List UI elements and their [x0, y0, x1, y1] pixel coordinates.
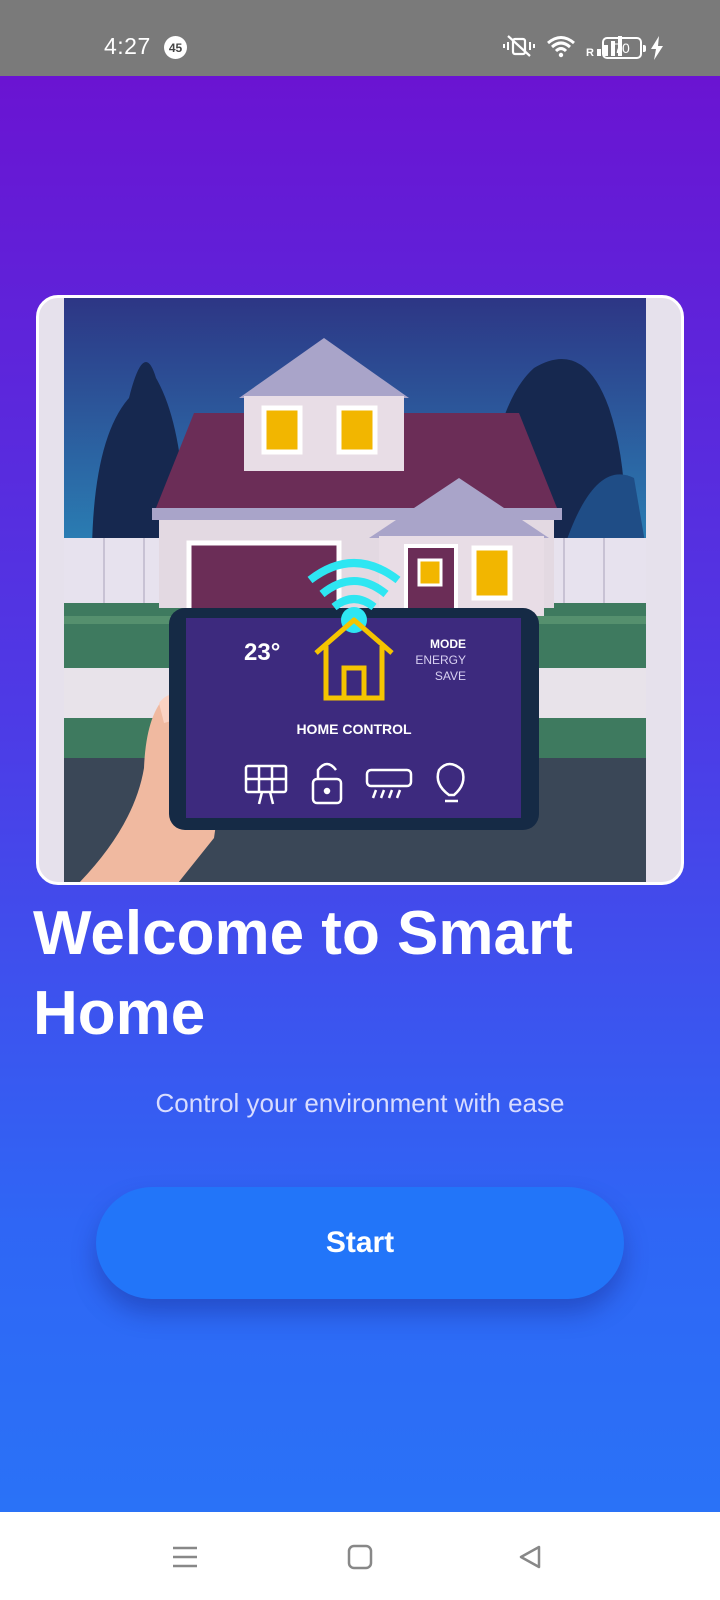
charging-icon [650, 36, 664, 65]
temperature-readout: 23° [244, 639, 280, 666]
status-bar: 4:27 45 R 70 [0, 0, 720, 76]
start-button[interactable]: Start [96, 1187, 624, 1299]
home-control-label: HOME CONTROL [296, 721, 412, 737]
menu-icon[interactable] [165, 1540, 205, 1574]
mode-label: MODE [430, 637, 466, 651]
wifi-icon [546, 34, 576, 63]
status-time: 4:27 [104, 33, 151, 59]
hero-image-card: 23° MODE ENERGY SAVE HOME CONTROL [36, 295, 684, 885]
welcome-subtitle: Control your environment with ease [155, 1088, 565, 1118]
system-navigation-bar [0, 1512, 720, 1600]
welcome-screen: 23° MODE ENERGY SAVE HOME CONTROL Welcom… [0, 76, 720, 1512]
smart-home-illustration: 23° MODE ENERGY SAVE HOME CONTROL [64, 298, 646, 882]
mode-value-line2: SAVE [435, 669, 466, 683]
home-icon[interactable] [340, 1540, 380, 1574]
back-icon[interactable] [510, 1540, 550, 1574]
notification-count-badge: 45 [164, 36, 187, 59]
roaming-indicator: R [586, 47, 594, 58]
battery-icon: 70 [602, 37, 646, 59]
welcome-title: Welcome to Smart Home [33, 899, 573, 1048]
mute-vibrate-icon [502, 34, 536, 63]
mode-value-line1: ENERGY [415, 653, 466, 667]
